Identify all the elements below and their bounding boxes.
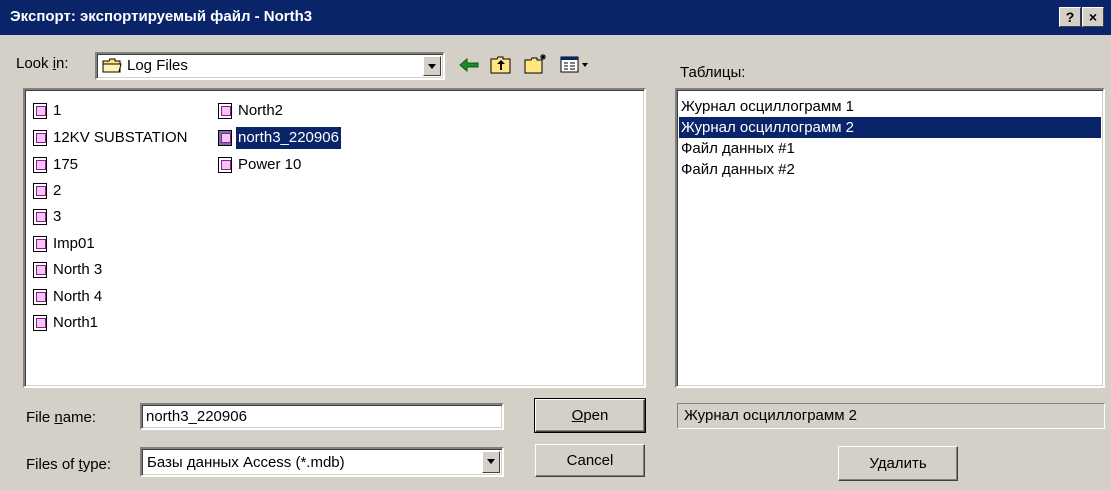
file-type-label: Files of type: [26,456,112,473]
table-item[interactable]: Файл данных #2 [679,159,1101,180]
close-button[interactable]: × [1082,7,1104,27]
database-file-icon [33,289,47,305]
file-list[interactable]: 1 12KV SUBSTATION 175 2 3 Imp01 North 3 … [23,88,646,388]
file-type-value: Базы данных Access (*.mdb) [147,454,345,471]
file-name-value: north3_220906 [146,408,247,425]
selected-table-field: Журнал осциллограмм 2 [677,403,1105,429]
look-in-value: Log Files [127,57,188,74]
view-menu-icon[interactable] [560,55,590,79]
look-in-label: Look in: [16,55,69,72]
tables-list[interactable]: Журнал осциллограмм 1 Журнал осциллограм… [675,88,1105,388]
look-in-dropdown-arrow[interactable] [423,56,441,76]
database-file-icon [33,183,47,199]
delete-button[interactable]: Удалить [838,446,958,481]
database-file-icon [33,209,47,225]
table-item-selected[interactable]: Журнал осциллограмм 2 [679,117,1101,138]
up-folder-icon[interactable] [490,55,512,79]
title-bar[interactable]: Экспорт: экспортируемый файл - North3 ? … [0,0,1111,35]
selected-table-value: Журнал осциллограмм 2 [684,407,858,424]
database-file-icon [33,315,47,331]
file-name-label: File name: [26,409,97,426]
export-dialog: Экспорт: экспортируемый файл - North3 ? … [0,0,1111,490]
database-file-icon [218,103,232,119]
table-item[interactable]: Файл данных #1 [679,138,1101,159]
help-button[interactable]: ? [1059,7,1081,27]
file-type-dropdown-arrow[interactable] [482,451,500,473]
folder-icon [102,58,122,73]
cancel-button[interactable]: Cancel [535,444,645,477]
database-file-icon [33,130,47,146]
database-file-icon [33,236,47,252]
database-file-icon [33,103,47,119]
database-file-icon [218,130,232,146]
database-file-icon [218,157,232,173]
database-file-icon [33,262,47,278]
database-file-icon [33,157,47,173]
window-title: Экспорт: экспортируемый файл - North3 [10,8,313,25]
look-in-combo[interactable]: Log Files [95,52,445,80]
table-item[interactable]: Журнал осциллограмм 1 [679,96,1101,117]
back-arrow-icon[interactable] [458,55,480,79]
file-name-input[interactable]: north3_220906 [140,403,504,430]
tables-label: Таблицы: [680,64,746,81]
open-button[interactable]: Open [534,398,646,433]
new-folder-icon[interactable] [524,53,548,79]
file-type-select[interactable]: Базы данных Access (*.mdb) [140,447,504,477]
